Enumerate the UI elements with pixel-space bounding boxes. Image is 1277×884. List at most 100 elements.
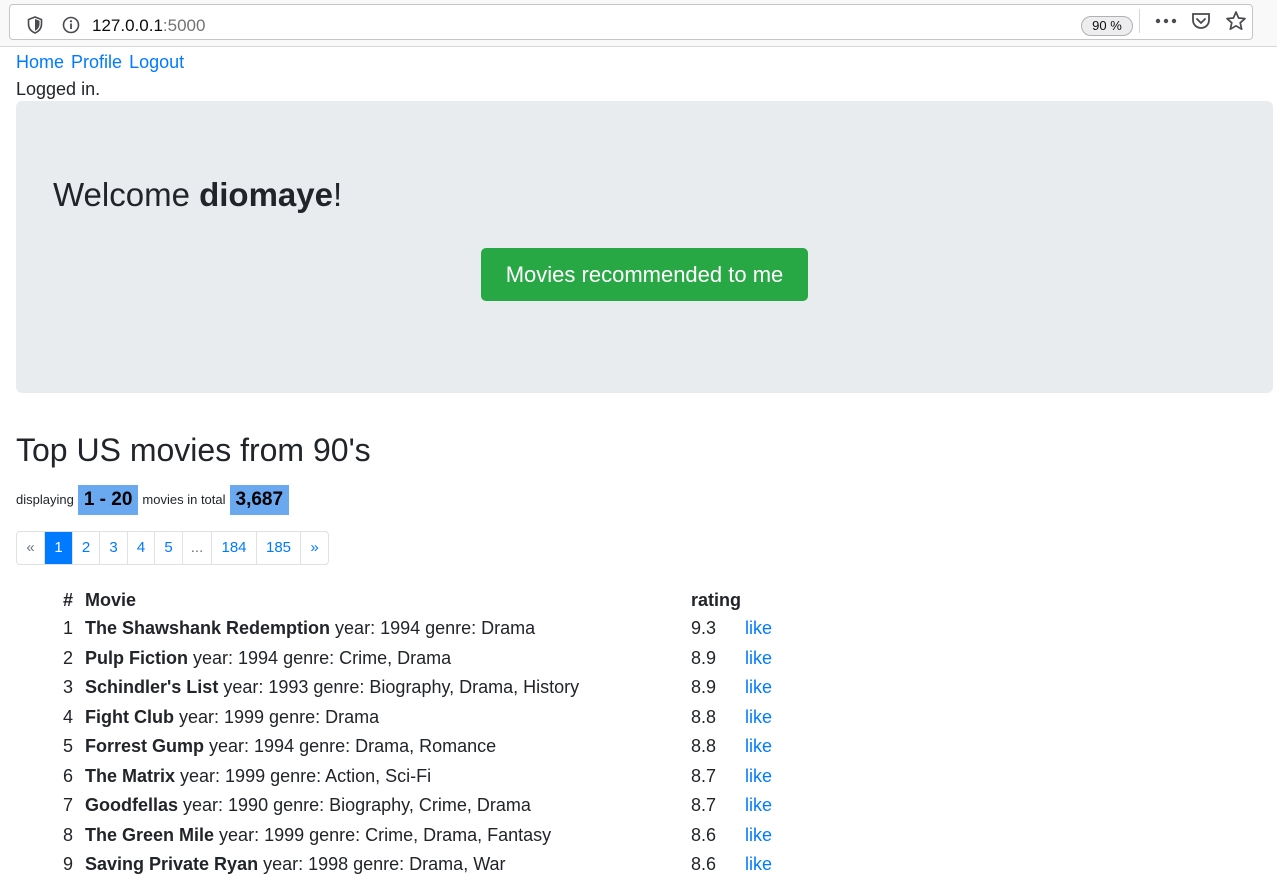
like-link[interactable]: like [745,762,772,790]
movie-title: Saving Private Ryan [85,854,259,874]
top-nav: Home Profile Logout [16,51,186,73]
like-link[interactable]: like [745,614,772,642]
movie-rating: 8.9 [691,677,717,697]
shield-icon[interactable] [27,16,43,34]
table-row: 5 Forrest Gump year: 1994 genre: Drama, R… [56,732,816,760]
movie-details: year: 1994 genre: Drama [330,618,536,638]
row-number: 2 [62,647,73,668]
browser-toolbar: 127.0.0.1:5000 90 % [0,0,1277,47]
movie-title: Goodfellas [85,795,179,815]
display-info: displaying 1 - 20 movies in total 3,687 [16,485,290,515]
movie-title: Pulp Fiction [85,647,188,668]
range-badge: 1 - 20 [77,485,139,515]
movie-title: Forrest Gump [85,736,205,756]
header-rating: rating [691,590,742,610]
username: diomaye [199,176,333,213]
like-link[interactable]: like [745,732,772,760]
like-link[interactable]: like [745,791,772,819]
page-link-5[interactable]: 5 [154,532,182,564]
page-next-link[interactable]: » [300,532,328,564]
table-row: 8 The Green Mile year: 1999 genre: Crime,… [56,821,816,849]
movie-cell: Pulp Fiction year: 1994 genre: Crime, Dr… [85,644,451,672]
like-link[interactable]: like [745,850,772,878]
header-num: # [62,590,73,610]
displaying-label: displaying [16,492,74,507]
movie-title: Fight Club [85,706,174,727]
movie-cell: The Matrix year: 1999 genre: Action, Sci… [85,762,431,790]
bookmark-star-icon[interactable] [1225,10,1247,32]
nav-profile-link[interactable]: Profile [71,52,122,72]
page-ellipsis: ... [182,532,211,564]
movie-title: The Shawshank Redemption [85,618,331,638]
page-prev-link[interactable]: « [17,532,44,564]
page-link-184[interactable]: 184 [211,532,256,564]
movie-cell: Fight Club year: 1999 genre: Drama [85,703,379,731]
welcome-suffix: ! [333,176,343,213]
like-link[interactable]: like [745,821,772,849]
movie-title: The Green Mile [85,824,215,845]
movie-cell: The Shawshank Redemption year: 1994 genr… [85,614,535,642]
movie-rating: 8.8 [691,736,717,756]
page-link-185[interactable]: 185 [256,532,300,564]
movie-rating: 8.6 [691,854,717,874]
like-link[interactable]: like [745,703,772,731]
movie-cell: Schindler's List year: 1993 genre: Biogr… [85,673,579,701]
movie-details: year: 1999 genre: Action, Sci-Fi [175,765,432,786]
movie-cell: Goodfellas year: 1990 genre: Biography, … [85,791,531,819]
page-link-1[interactable]: 1 [44,532,72,564]
url-text: 127.0.0.1:5000 [92,16,205,36]
row-number: 8 [62,824,73,845]
movie-cell: The Green Mile year: 1999 genre: Crime, … [85,821,551,849]
movie-rating: 8.6 [691,824,717,845]
welcome-jumbotron: Welcome diomaye! Movies recommended to m… [16,101,1273,393]
total-label: movies in total [142,492,226,507]
table-row: 2 Pulp Fiction year: 1994 genre: Crime, D… [56,644,816,672]
movie-title: The Matrix [85,765,176,786]
movie-rating: 9.3 [691,618,717,638]
address-bar[interactable]: 127.0.0.1:5000 90 % [9,4,1253,40]
table-header-row: # Movie rating [56,586,816,614]
row-number: 7 [62,795,73,815]
pagination: «1 2 3 4 5... 184 185» [16,531,329,565]
table-row: 1 The Shawshank Redemption year: 1994 gen… [56,614,816,642]
table-row: 4 Fight Club year: 1999 genre: Drama 8.8 li… [56,703,816,731]
movie-rating: 8.7 [691,795,717,815]
page-link-4[interactable]: 4 [127,532,154,564]
welcome-heading: Welcome diomaye! [53,175,342,215]
zoom-level-badge[interactable]: 90 % [1081,16,1133,36]
nav-logout-link[interactable]: Logout [129,52,184,72]
movie-cell: Saving Private Ryan year: 1998 genre: Dr… [85,850,506,878]
more-actions-icon[interactable] [1154,12,1178,30]
movie-details: year: 1990 genre: Biography, Crime, Dram… [178,795,531,815]
movie-rating: 8.8 [691,706,717,727]
row-number: 1 [62,618,73,638]
section-title: Top US movies from 90's [16,432,371,468]
url-port: :5000 [162,16,206,35]
movie-rating: 8.7 [691,765,717,786]
movie-details: year: 1993 genre: Biography, Drama, Hist… [218,677,580,697]
movie-rating: 8.9 [691,647,717,668]
header-movie: Movie [85,590,137,610]
like-link[interactable]: like [745,673,772,701]
movie-title: Schindler's List [85,677,219,697]
row-number: 9 [62,854,73,874]
row-number: 6 [62,765,73,786]
nav-home-link[interactable]: Home [16,52,64,72]
login-status: Logged in. [16,79,101,99]
table-row: 7 Goodfellas year: 1990 genre: Biography,… [56,791,816,819]
welcome-prefix: Welcome [53,176,200,213]
row-number: 4 [62,706,73,727]
movie-details: year: 1999 genre: Drama [173,706,380,727]
movie-details: year: 1994 genre: Drama, Romance [204,736,497,756]
table-row: 6 The Matrix year: 1999 genre: Action, Sc… [56,762,816,790]
like-link[interactable]: like [745,644,772,672]
pocket-icon[interactable] [1190,10,1212,32]
recommended-movies-button[interactable]: Movies recommended to me [481,248,808,301]
row-number: 3 [62,677,73,697]
url-host: 127.0.0.1 [92,16,163,35]
page-link-3[interactable]: 3 [99,532,127,564]
info-icon[interactable] [62,16,80,34]
movie-details: year: 1999 genre: Crime, Drama, Fantasy [214,824,552,845]
table-row: 3 Schindler's List year: 1993 genre: Biog… [56,673,816,701]
page-link-2[interactable]: 2 [72,532,99,564]
